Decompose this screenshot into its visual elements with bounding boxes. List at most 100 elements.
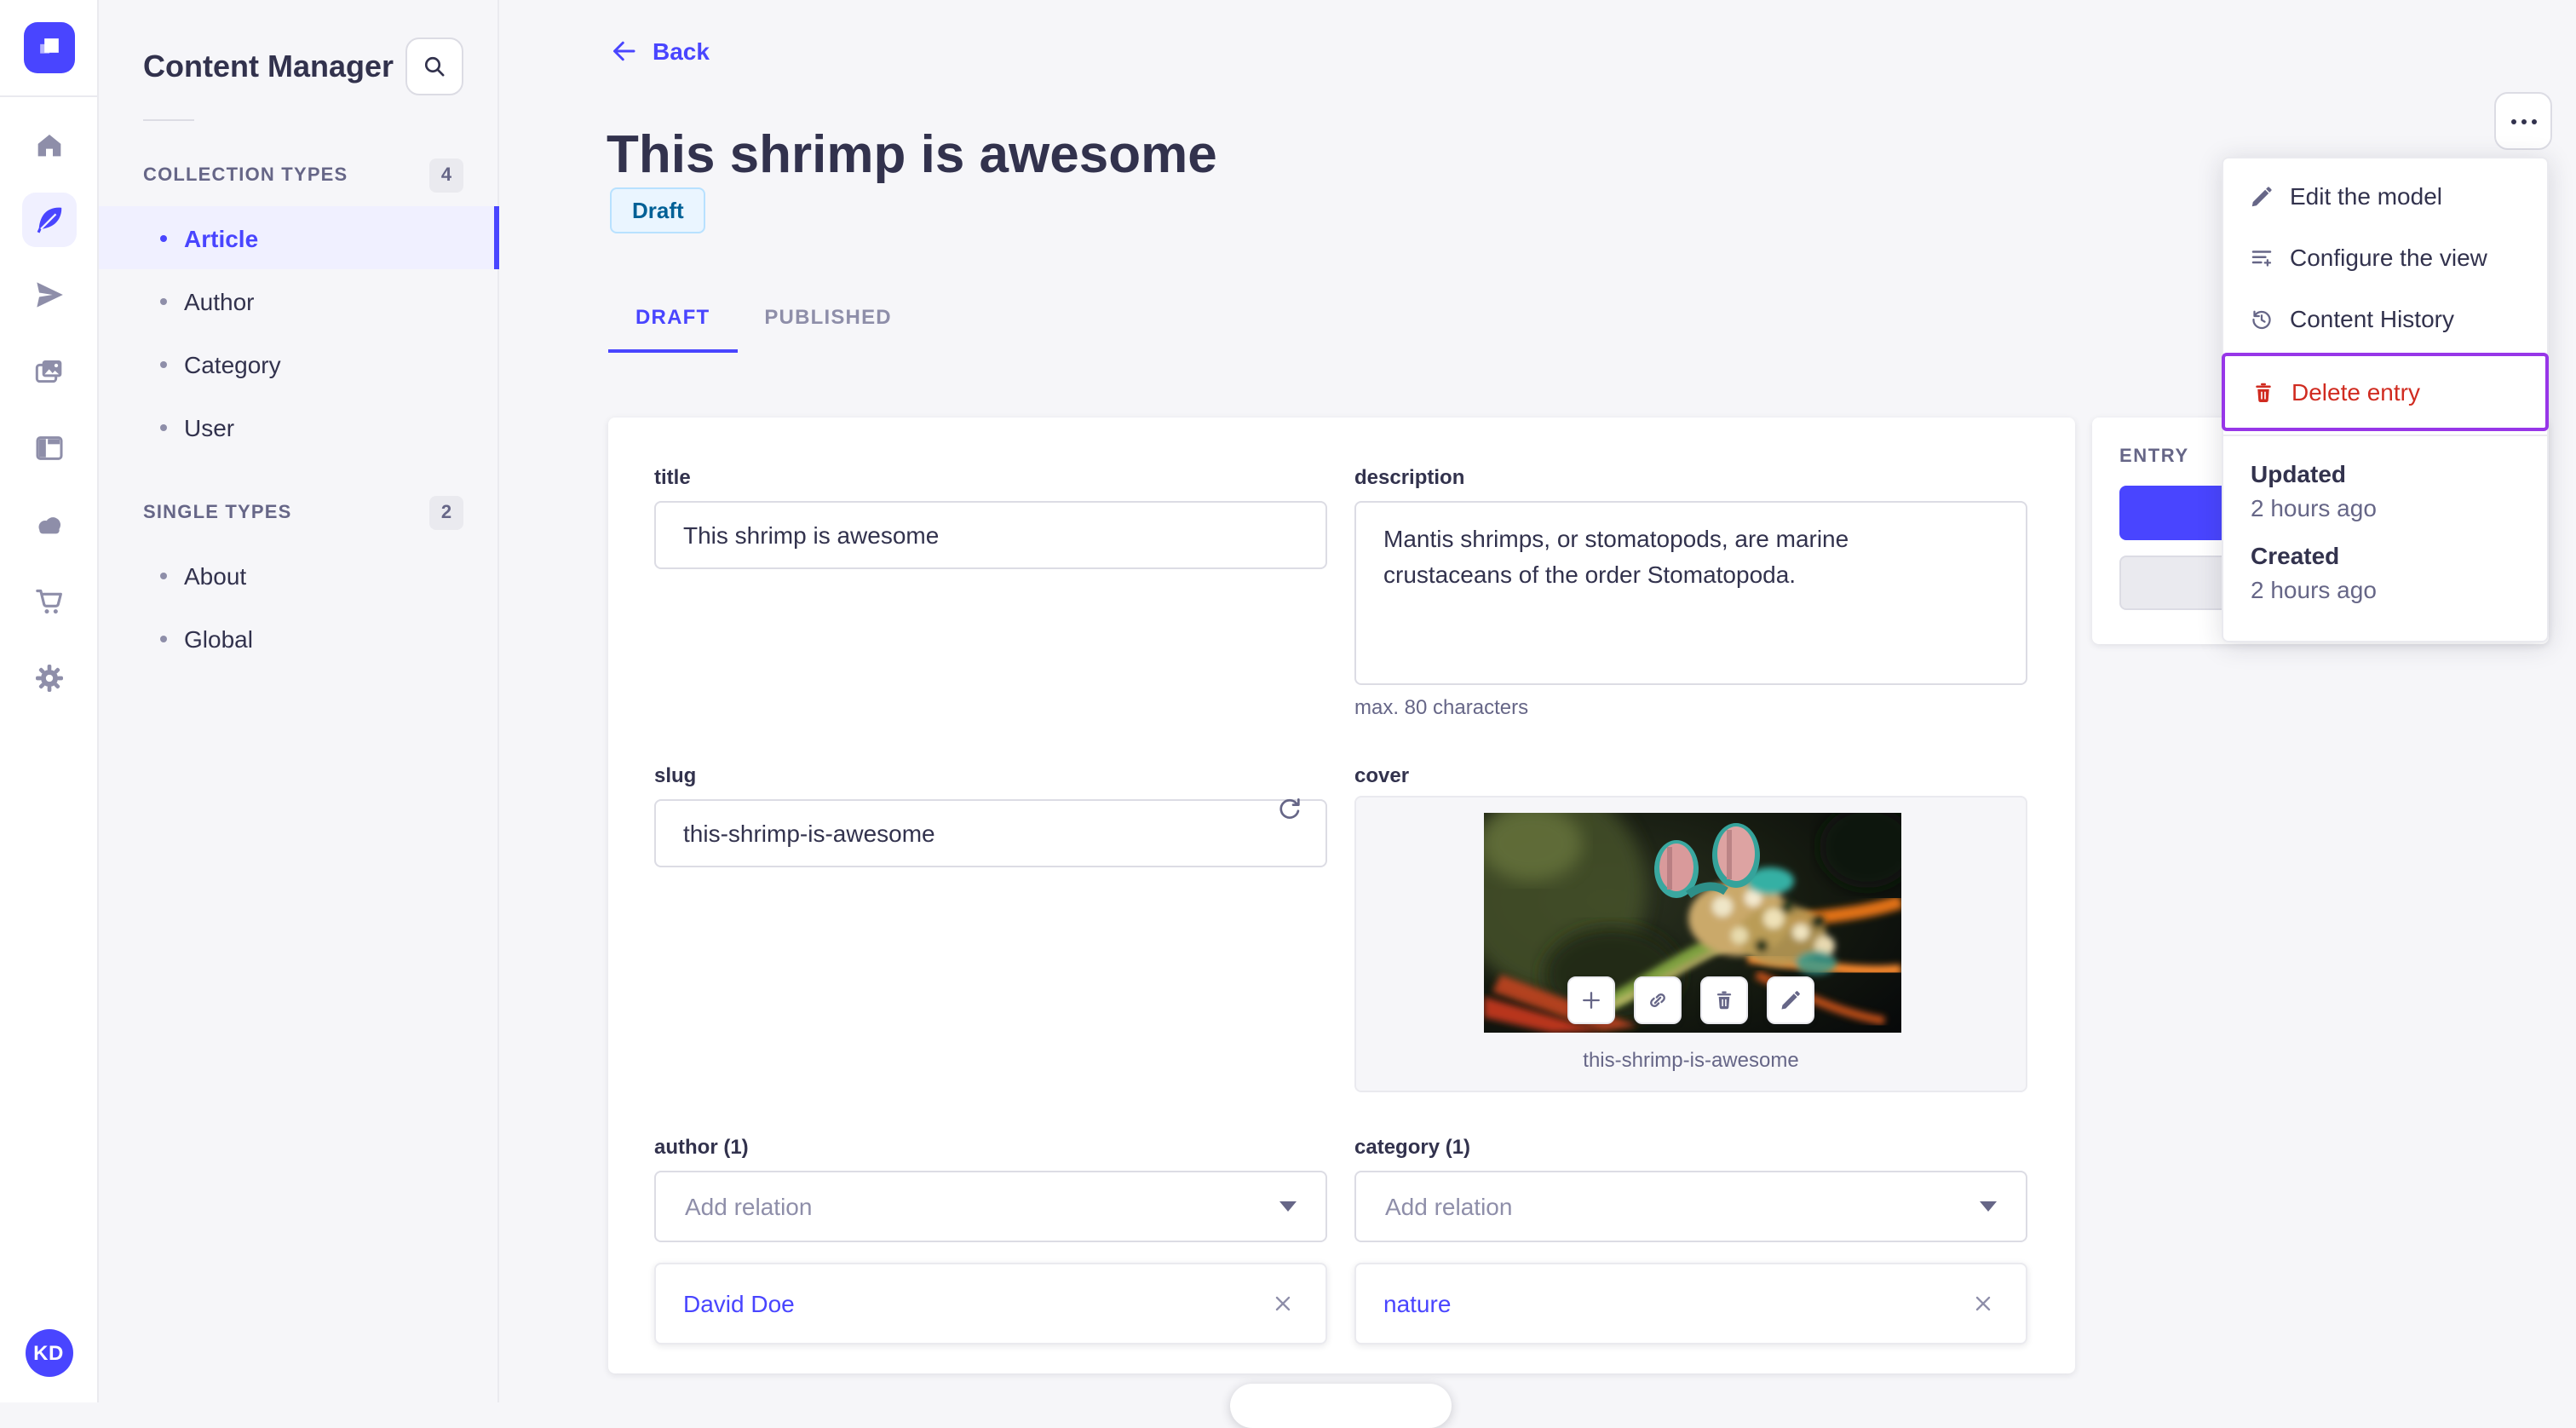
entry-panel-title: ENTRY bbox=[2119, 446, 2189, 467]
title-field-label: title bbox=[654, 465, 691, 489]
menu-item-label: Content History bbox=[2290, 305, 2454, 332]
title-input[interactable] bbox=[654, 501, 1327, 569]
menu-item-label: Delete entry bbox=[2291, 378, 2420, 406]
sidebar-item-label: Category bbox=[184, 350, 281, 377]
content-manager-sidebar: Content Manager COLLECTION TYPES 4 Artic… bbox=[97, 0, 499, 1402]
cover-field-label: cover bbox=[1354, 763, 1410, 787]
bullet-icon bbox=[160, 297, 167, 304]
bullet-icon bbox=[160, 635, 167, 642]
back-link[interactable]: Back bbox=[608, 36, 710, 66]
search-button[interactable] bbox=[405, 37, 463, 95]
link-icon bbox=[1650, 993, 1665, 1007]
ellipsis-icon bbox=[2510, 118, 2516, 124]
category-relation-item: nature bbox=[1354, 1263, 2027, 1345]
floating-pill[interactable] bbox=[1230, 1384, 1452, 1428]
trash-icon bbox=[1716, 991, 1732, 1010]
created-label: Created bbox=[2251, 542, 2340, 569]
sidebar-item-category[interactable]: Category bbox=[97, 332, 497, 395]
pencil-icon bbox=[1781, 991, 1800, 1010]
menu-item-edit-the-model[interactable]: Edit the model bbox=[2223, 165, 2547, 227]
sidebar-item-global[interactable]: Global bbox=[97, 607, 497, 670]
cart-icon[interactable] bbox=[11, 573, 86, 631]
more-actions-button[interactable] bbox=[2494, 92, 2552, 150]
category-relation-select[interactable]: Add relation bbox=[1354, 1171, 2027, 1242]
history-icon bbox=[2247, 305, 2274, 332]
content-manager-icon[interactable] bbox=[21, 193, 76, 247]
remove-relation-button[interactable] bbox=[1968, 1288, 1998, 1319]
single-types-count-badge: 2 bbox=[429, 496, 463, 530]
tab-draft[interactable]: DRAFT bbox=[608, 283, 737, 353]
cover-filename: this-shrimp-is-awesome bbox=[1583, 1048, 1799, 1072]
menu-item-configure-the-view[interactable]: Configure the view bbox=[2223, 227, 2547, 288]
refresh-icon[interactable] bbox=[1273, 792, 1307, 826]
user-avatar[interactable]: KD bbox=[25, 1329, 72, 1377]
sidebar-item-label: Global bbox=[184, 625, 253, 652]
chevron-down-icon bbox=[1980, 1201, 1997, 1212]
app-root: KD Content Manager COLLECTION TYPES 4 Ar… bbox=[0, 0, 2576, 1428]
plus-icon bbox=[1583, 992, 1600, 1009]
sidebar-item-about[interactable]: About bbox=[97, 544, 497, 607]
feather-icon bbox=[36, 207, 61, 233]
arrow-left-icon bbox=[613, 41, 635, 61]
home-icon[interactable] bbox=[11, 116, 86, 174]
relation-link-nature[interactable]: nature bbox=[1383, 1290, 1451, 1317]
strapi-logo[interactable] bbox=[23, 22, 74, 73]
sidebar-item-user[interactable]: User bbox=[97, 395, 497, 458]
main-navigation: KD bbox=[0, 0, 99, 1402]
sidebar-item-label: About bbox=[184, 561, 247, 589]
paper-plane-icon[interactable] bbox=[11, 266, 86, 324]
chevron-down-icon bbox=[1279, 1201, 1297, 1212]
sidebar-divider bbox=[143, 119, 194, 121]
version-tabs: DRAFT PUBLISHED bbox=[608, 283, 919, 353]
page-title: This shrimp is awesome bbox=[607, 124, 1217, 184]
menu-item-highlight-box: Delete entry bbox=[2222, 353, 2549, 431]
collection-types-list: Article Author Category User bbox=[97, 206, 499, 458]
bullet-icon bbox=[160, 234, 167, 241]
category-select-placeholder: Add relation bbox=[1385, 1193, 1513, 1220]
sidebar-item-author[interactable]: Author bbox=[97, 269, 497, 332]
layout-icon[interactable] bbox=[11, 419, 86, 477]
menu-item-label: Edit the model bbox=[2290, 182, 2442, 210]
remove-relation-button[interactable] bbox=[1268, 1288, 1298, 1319]
close-icon bbox=[1275, 1296, 1291, 1311]
updated-label: Updated bbox=[2251, 460, 2346, 487]
menu-item-content-history[interactable]: Content History bbox=[2223, 288, 2547, 349]
tab-published[interactable]: PUBLISHED bbox=[737, 283, 919, 349]
slug-input[interactable] bbox=[654, 799, 1327, 867]
close-icon bbox=[1975, 1296, 1991, 1311]
bullet-icon bbox=[160, 360, 167, 367]
author-relation-select[interactable]: Add relation bbox=[654, 1171, 1327, 1242]
cloud-icon[interactable] bbox=[11, 496, 86, 554]
collection-types-label: COLLECTION TYPES bbox=[143, 165, 348, 186]
trash-icon bbox=[2249, 378, 2276, 406]
category-field-label: category (1) bbox=[1354, 1135, 1471, 1159]
sidebar-item-label: Article bbox=[184, 224, 259, 251]
sidebar-item-label: User bbox=[184, 413, 235, 440]
sidebar-item-label: Author bbox=[184, 287, 255, 314]
sidebar-item-article[interactable]: Article bbox=[97, 206, 499, 269]
description-textarea[interactable]: Mantis shrimps, or stomatopods, are mari… bbox=[1354, 501, 2027, 685]
author-relation-item: David Doe bbox=[654, 1263, 1327, 1345]
entry-meta: Updated 2 hours ago Created 2 hours ago bbox=[2223, 436, 2547, 641]
actions-menu: Edit the model Configure the view Conten… bbox=[2222, 157, 2549, 642]
main-content: Back This shrimp is awesome Draft DRAFT … bbox=[497, 0, 2576, 1428]
bullet-icon bbox=[160, 572, 167, 579]
menu-item-delete-entry[interactable]: Delete entry bbox=[2225, 361, 2545, 423]
cover-actions bbox=[1356, 976, 2026, 1024]
description-field-label: description bbox=[1354, 465, 1465, 489]
gear-icon[interactable] bbox=[11, 649, 86, 707]
author-select-placeholder: Add relation bbox=[685, 1193, 813, 1220]
edit-asset-button[interactable] bbox=[1767, 976, 1814, 1024]
delete-asset-button[interactable] bbox=[1700, 976, 1748, 1024]
collection-types-count-badge: 4 bbox=[429, 158, 463, 193]
bullet-icon bbox=[160, 423, 167, 430]
copy-link-button[interactable] bbox=[1634, 976, 1682, 1024]
relation-link-david-doe[interactable]: David Doe bbox=[683, 1290, 795, 1317]
slug-field-label: slug bbox=[654, 763, 697, 787]
author-field-label: author (1) bbox=[654, 1135, 749, 1159]
status-badge: Draft bbox=[610, 187, 706, 233]
menu-item-label: Configure the view bbox=[2290, 244, 2487, 271]
created-value: 2 hours ago bbox=[2251, 576, 2377, 603]
media-images-icon[interactable] bbox=[11, 343, 86, 400]
add-asset-button[interactable] bbox=[1567, 976, 1615, 1024]
